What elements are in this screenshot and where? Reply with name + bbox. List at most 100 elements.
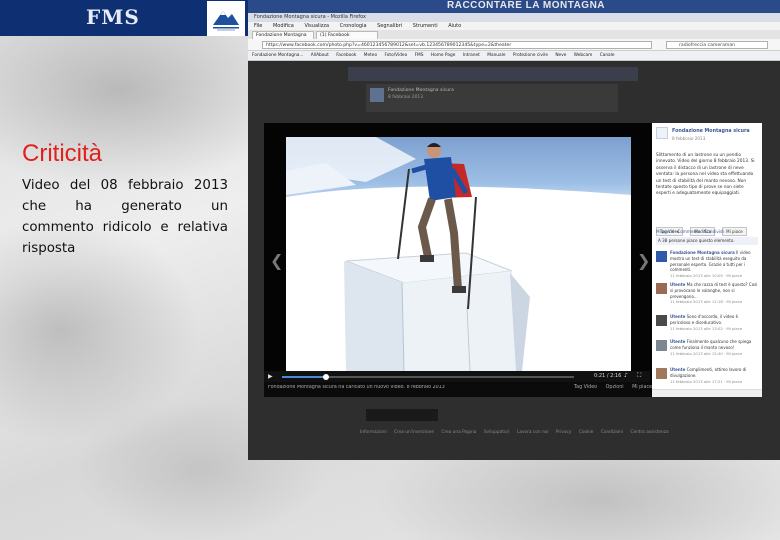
menu-modifica[interactable]: Modifica — [273, 23, 294, 29]
menu-segnalibri[interactable]: Segnalibri — [377, 23, 402, 29]
bookmark-item[interactable]: Webcam — [574, 51, 593, 60]
sidebar-header: Fondazione Montagna sicura 8 febbraio 20… — [656, 127, 758, 151]
mountain-icon — [213, 11, 239, 31]
volume-icon[interactable]: ♪ — [624, 372, 628, 379]
like-link[interactable]: Mi piace — [632, 385, 652, 390]
facebook-top-bar — [348, 67, 638, 81]
bookmark-item[interactable]: Canale — [600, 51, 615, 60]
comment-author[interactable]: Utente — [670, 339, 685, 344]
comment-body: Utente Sono d'accordo, il video è perico… — [670, 314, 758, 331]
browser-menu-bar: File Modifica Visualizza Cronologia Segn… — [248, 22, 780, 30]
likes-summary[interactable]: A 38 persone piace questo elemento. — [656, 237, 758, 245]
bookmarks-bar: Fondazione Montagna... AllAbout Facebook… — [248, 51, 780, 61]
footer-link[interactable]: Condizioni — [601, 430, 623, 435]
browser-screenshot: Fondazione Montagna sicura - Mozilla Fir… — [248, 13, 780, 460]
comment-body: Utente Ma che razza di test è questo? Co… — [670, 282, 758, 305]
menu-file[interactable]: File — [254, 23, 262, 29]
footer-link[interactable]: Sviluppatori — [484, 430, 510, 435]
browser-nav-bar: https://www.facebook.com/photo.php?v=460… — [248, 39, 780, 51]
comment-body: Utente Finalmente qualcuno che spiega co… — [670, 339, 758, 356]
tab-facebook[interactable]: (1) Facebook — [316, 31, 378, 39]
footer-link[interactable]: Crea un'inserzione — [394, 430, 434, 435]
bookmark-item[interactable]: Facebook — [336, 51, 356, 60]
menu-strumenti[interactable]: Strumenti — [413, 23, 438, 29]
play-icon[interactable]: ▶ — [268, 373, 273, 380]
tag-video-link[interactable]: Tag Video — [574, 385, 597, 390]
bookmark-item[interactable]: Intranet — [463, 51, 480, 60]
video-caption-bar: Fondazione Montagna sicura ha caricato u… — [264, 382, 652, 397]
comment-author[interactable]: Utente — [670, 314, 685, 319]
menu-visualizza[interactable]: Visualizza — [304, 23, 329, 29]
bookmark-item[interactable]: FMS — [415, 51, 424, 60]
comment-avatar[interactable] — [656, 368, 667, 379]
video-theater-viewer: ❮ ❯ ▶ 0:21 / 2:16 ♪ ⛶ Fondazione Montagn… — [264, 123, 762, 397]
footer-link[interactable]: Cookie — [579, 430, 594, 435]
footer-link[interactable]: Lavora con noi — [517, 430, 549, 435]
bookmark-item[interactable]: Foto/Video — [384, 51, 407, 60]
post-dark-box — [366, 409, 438, 421]
url-bar[interactable]: https://www.facebook.com/photo.php?v=460… — [262, 41, 652, 49]
sidebar-page-name[interactable]: Fondazione Montagna sicura — [672, 129, 750, 134]
footer-link[interactable]: Crea una Pagina — [441, 430, 476, 435]
page-avatar[interactable] — [370, 88, 384, 102]
facebook-footer: Informazioni Crea un'inserzione Crea una… — [360, 430, 669, 435]
comment-meta: 11 febbraio 2013 alle 12:18 · Mi piace — [670, 299, 743, 305]
bookmark-item[interactable]: Manuale — [487, 51, 505, 60]
options-link[interactable]: Opzioni — [606, 385, 624, 390]
bookmark-item[interactable]: AllAbout — [311, 51, 329, 60]
comment-body: Utente Complimenti, ottimo lavoro di div… — [670, 367, 758, 384]
video-timecode: 0:21 / 2:16 — [594, 373, 622, 379]
progress-fill — [282, 376, 326, 378]
bookmark-item[interactable]: Protezione civile — [513, 51, 548, 60]
bookmark-item[interactable]: Home Page — [431, 51, 455, 60]
progress-knob[interactable] — [322, 374, 329, 380]
post-time: 8 febbraio 2013 — [388, 95, 423, 100]
video-snow-scene — [286, 137, 631, 371]
video-controls: ▶ 0:21 / 2:16 ♪ ⛶ — [264, 371, 650, 382]
menu-aiuto[interactable]: Aiuto — [448, 23, 461, 29]
next-arrow-icon[interactable]: ❯ — [637, 251, 650, 270]
video-caption: Fondazione Montagna sicura ha caricato u… — [268, 385, 445, 390]
criticita-heading: Criticità — [22, 140, 103, 167]
comment-avatar[interactable] — [656, 283, 667, 294]
comment-avatar[interactable] — [656, 251, 667, 262]
video-description: Slittamento di un lastrone su un pendio … — [656, 153, 755, 197]
tab-fondazione[interactable]: Fondazione Montagna sicura — [252, 31, 314, 45]
comment-body: Fondazione Montagna sicura Il video most… — [670, 250, 758, 279]
comment-avatar[interactable] — [656, 340, 667, 351]
footer-link[interactable]: Privacy — [556, 430, 572, 435]
comment-meta: 11 febbraio 2013 alle 13:02 · Mi piace — [670, 325, 743, 331]
video-frame[interactable] — [286, 137, 631, 371]
fms-mountain-logo — [207, 1, 245, 36]
fullscreen-icon[interactable]: ⛶ — [637, 372, 641, 380]
comment-meta: 11 febbraio 2013 alle 15:40 · Mi piace — [670, 350, 743, 356]
comment-author[interactable]: Utente — [670, 367, 685, 372]
menu-cronologia[interactable]: Cronologia — [340, 23, 367, 29]
comment-meta: 11 febbraio 2013 alle 17:21 · Mi piace — [670, 378, 743, 384]
comment-author[interactable]: Fondazione Montagna sicura — [670, 250, 735, 255]
bookmark-item[interactable]: Meteo — [364, 51, 377, 60]
progress-track[interactable] — [282, 374, 574, 380]
browser-tab-strip: Fondazione Montagna sicura (1) Facebook — [248, 30, 780, 45]
search-input[interactable]: radiofreccia cameraman — [666, 41, 768, 49]
browser-title-bar: Fondazione Montagna sicura - Mozilla Fir… — [248, 13, 780, 22]
sidebar-date: 8 febbraio 2013 — [672, 136, 706, 141]
comment-meta: 11 febbraio 2013 alle 10:05 · Mi piace — [670, 273, 743, 279]
comment-input-area[interactable] — [652, 389, 762, 397]
footer-link[interactable]: Centro assistenza — [630, 430, 668, 435]
post-header: Fondazione Montagna sicura 8 febbraio 20… — [366, 84, 618, 112]
comment-author[interactable]: Utente — [670, 282, 685, 287]
sidebar-actions: Tag Video Modifica Mi piace — [656, 218, 758, 236]
comment-avatar[interactable] — [656, 315, 667, 326]
footer-link[interactable]: Informazioni — [360, 430, 387, 435]
fms-logo-text: FMS — [86, 5, 140, 29]
criticita-text: Video del 08 febbraio 2013 che ha genera… — [22, 178, 228, 256]
post-page-name[interactable]: Fondazione Montagna sicura — [388, 88, 454, 93]
bookmark-item[interactable]: Neve — [555, 51, 566, 60]
prev-arrow-icon[interactable]: ❮ — [270, 251, 283, 270]
post-actions[interactable]: Mi piace · Commenta · Condividi — [656, 229, 758, 234]
bookmark-item[interactable]: Fondazione Montagna... — [252, 51, 303, 60]
page-logo-icon[interactable] — [656, 127, 668, 139]
comments-sidebar: Fondazione Montagna sicura 8 febbraio 20… — [652, 123, 762, 397]
facebook-page: Fondazione Montagna sicura 8 febbraio 20… — [248, 62, 780, 460]
